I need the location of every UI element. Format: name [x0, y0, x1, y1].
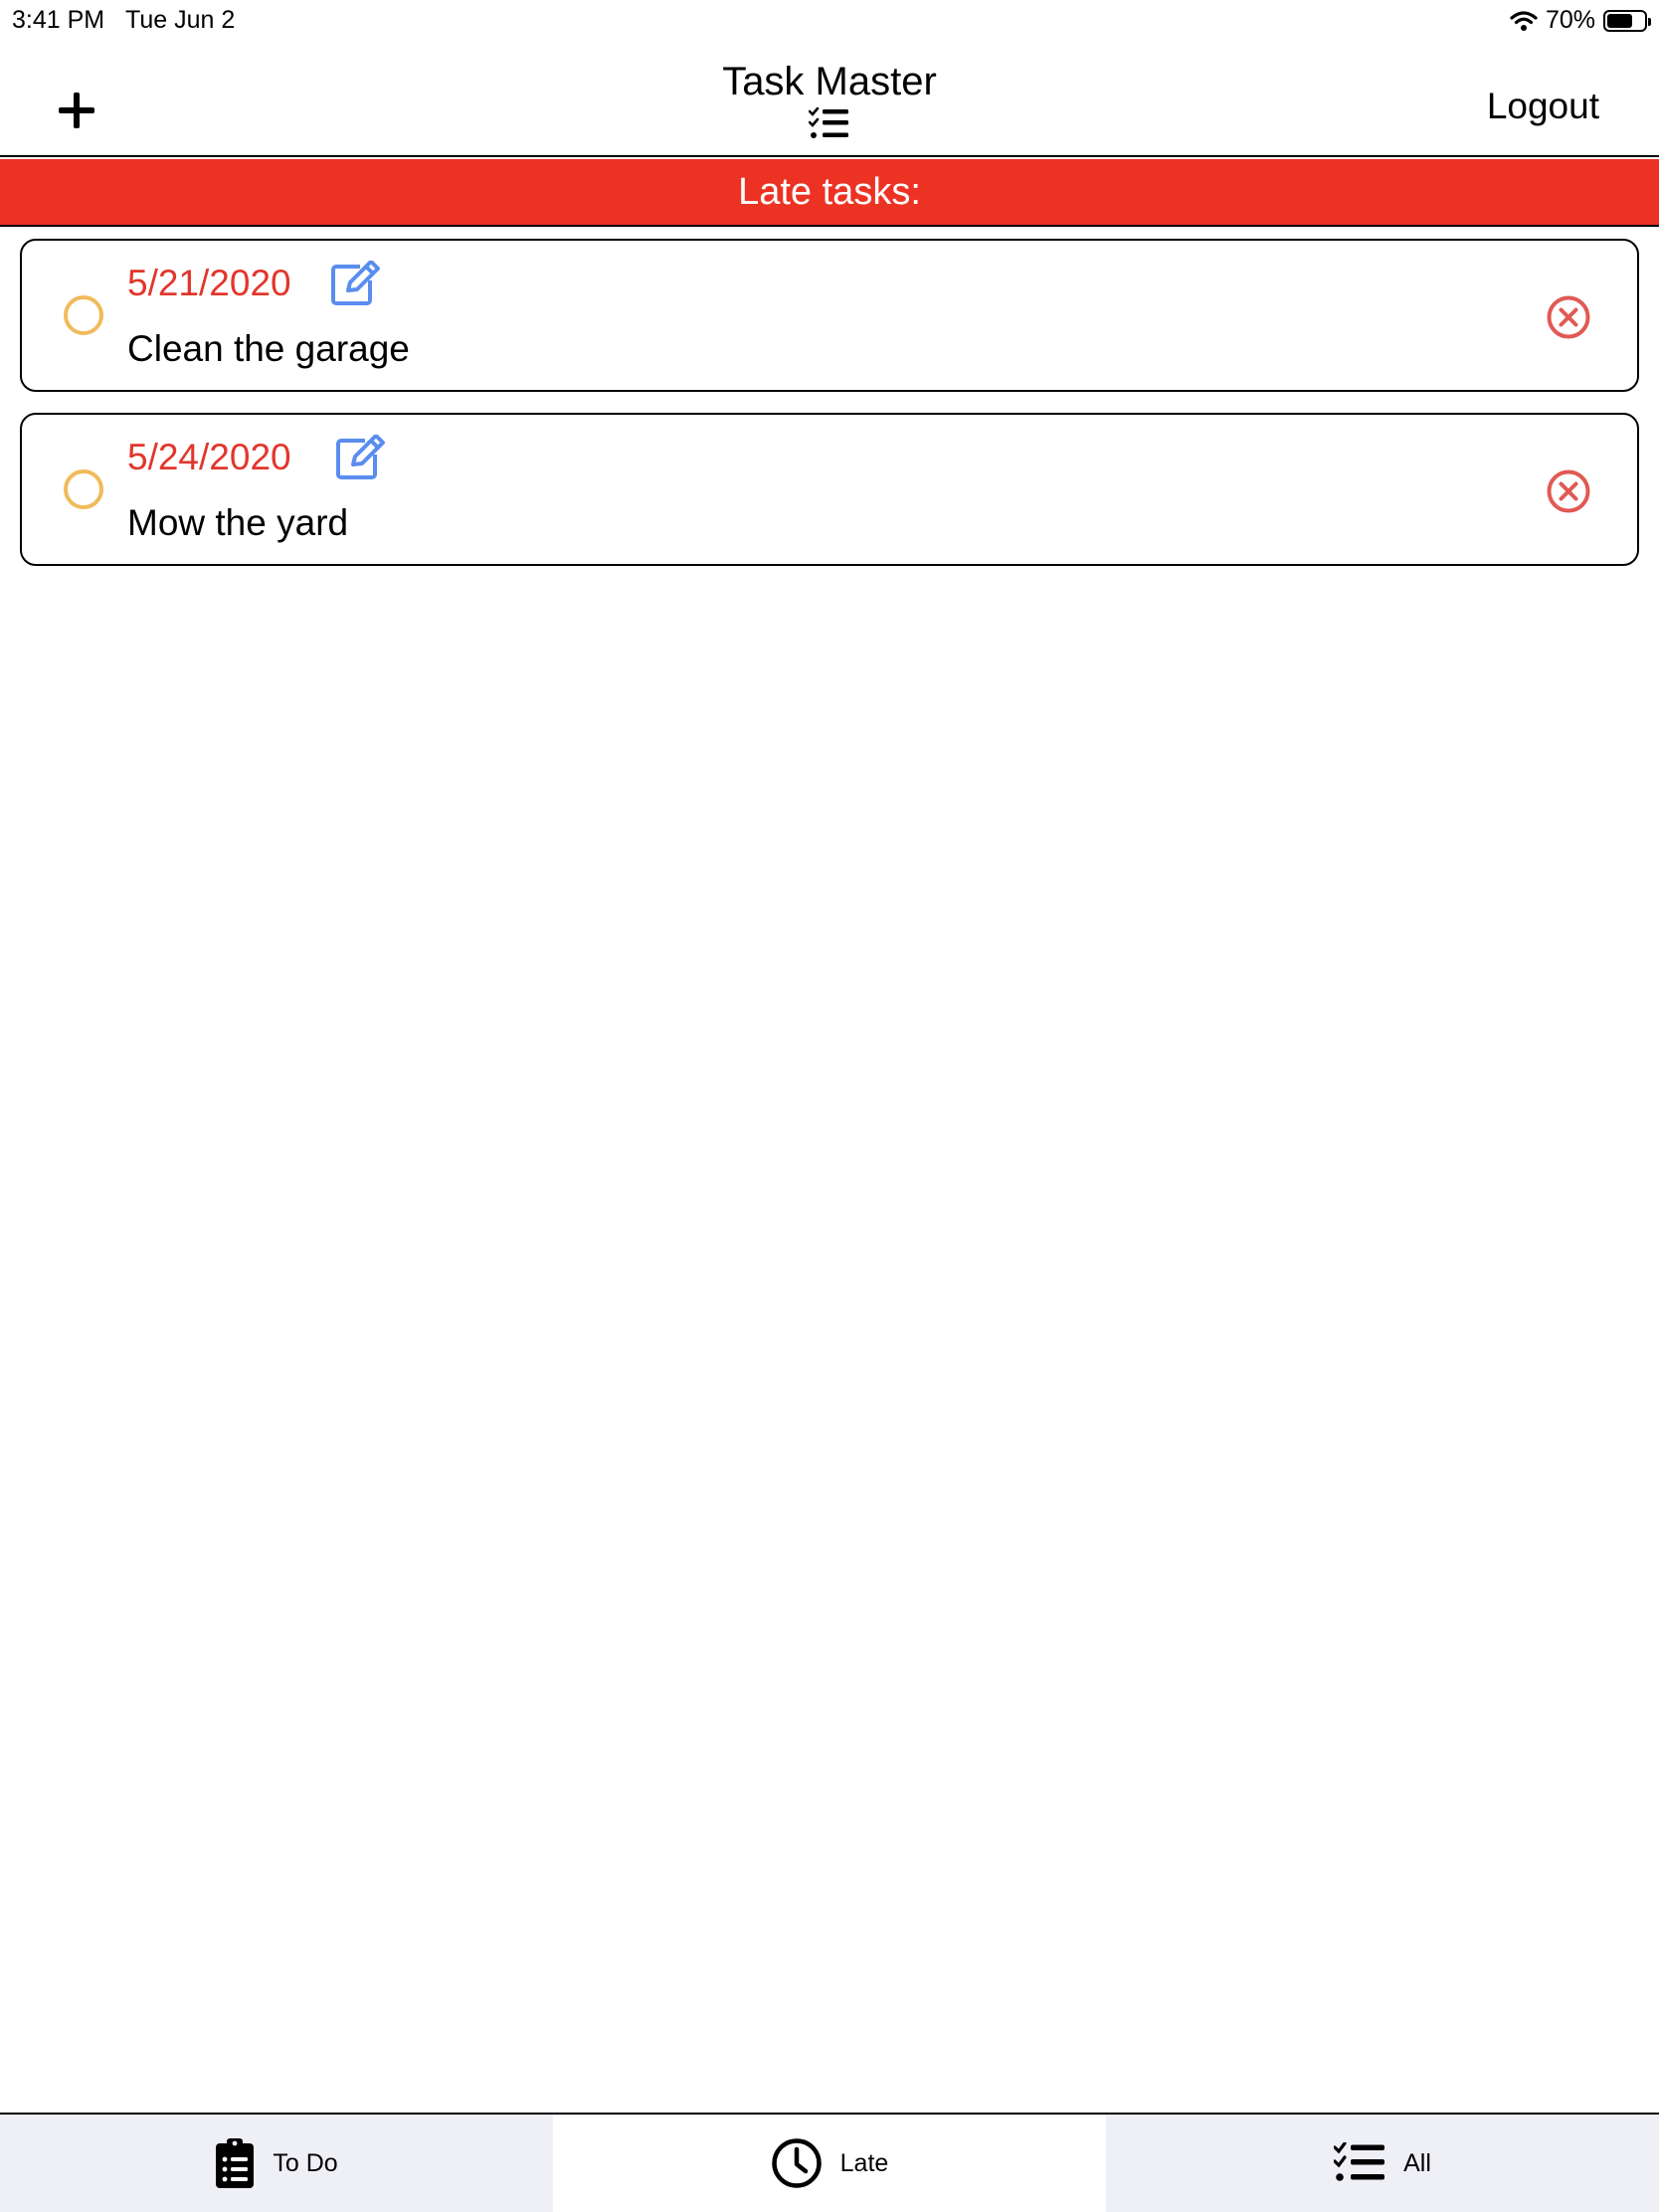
clipboard-list-icon [216, 2138, 255, 2188]
battery-icon [1603, 9, 1651, 32]
tab-to-do[interactable]: To Do [0, 2115, 553, 2212]
tab-all[interactable]: All [1106, 2115, 1659, 2212]
clock-icon [771, 2138, 822, 2188]
task-list: 5/21/2020 Clean the garage 5/24/2020 Mow… [20, 239, 1639, 587]
status-date: Tue Jun 2 [125, 6, 236, 34]
logout-button[interactable]: Logout [1487, 86, 1599, 127]
close-circle-icon [1547, 469, 1590, 513]
tab-bar: To Do Late All [0, 2113, 1659, 2212]
tab-label: Late [839, 2148, 889, 2177]
delete-task-button[interactable] [1546, 294, 1591, 340]
battery-fill [1607, 13, 1632, 28]
edit-task-button[interactable] [335, 434, 387, 480]
tab-label: All [1403, 2148, 1431, 2177]
task-card: 5/24/2020 Mow the yard [20, 413, 1639, 566]
app-screen: 3:41 PM Tue Jun 2 70% Task Master Logout… [0, 0, 1659, 2212]
close-circle-icon [1547, 295, 1590, 339]
tab-label: To Do [273, 2148, 338, 2177]
status-indicators: 70% [1510, 6, 1651, 35]
edit-icon [336, 434, 385, 479]
edit-icon [331, 260, 380, 305]
title-block: Task Master [0, 58, 1659, 141]
battery-percent: 70% [1545, 6, 1595, 34]
app-header: Task Master Logout [0, 40, 1659, 157]
task-due-date: 5/21/2020 [127, 263, 291, 303]
complete-toggle-circle-icon[interactable] [64, 295, 103, 335]
status-bar: 3:41 PM Tue Jun 2 70% [0, 0, 1659, 40]
task-due-date: 5/24/2020 [127, 437, 291, 477]
banner-label: Late tasks: [738, 170, 921, 213]
wifi-icon [1510, 10, 1538, 32]
tab-late[interactable]: Late [553, 2115, 1106, 2212]
battery-nub [1648, 17, 1651, 26]
late-tasks-banner: Late tasks: [0, 159, 1659, 227]
task-card: 5/21/2020 Clean the garage [20, 239, 1639, 392]
task-title: Clean the garage [127, 328, 410, 369]
edit-task-button[interactable] [330, 260, 382, 306]
delete-task-button[interactable] [1546, 468, 1591, 514]
checklist-icon [0, 107, 1659, 141]
page-title: Task Master [722, 60, 937, 103]
status-time: 3:41 PM [12, 6, 105, 34]
complete-toggle-circle-icon[interactable] [64, 469, 103, 509]
task-title: Mow the yard [127, 502, 349, 543]
checklist-icon [1334, 2142, 1385, 2181]
